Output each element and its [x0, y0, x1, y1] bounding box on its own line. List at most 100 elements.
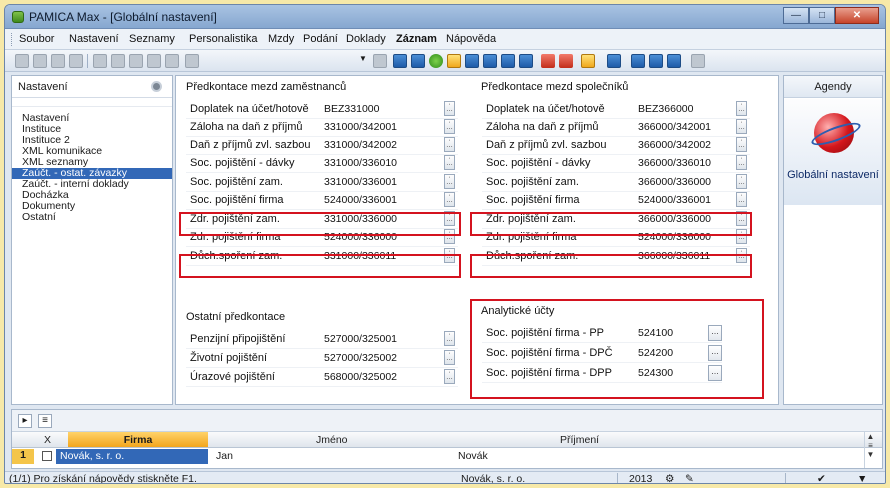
row-checkbox[interactable]	[42, 451, 52, 461]
toolbar-folder-icon[interactable]	[581, 54, 595, 68]
toolbar-paste-icon[interactable]	[111, 54, 125, 68]
other-field-1-value[interactable]: 527000/325001	[324, 333, 397, 345]
toolbar-filter-on-icon[interactable]	[541, 54, 555, 68]
employee-field-4-picker-button[interactable]: · …	[444, 155, 455, 170]
toolbar-new-icon[interactable]	[15, 54, 29, 68]
employee-field-2-value[interactable]: 331000/342001	[324, 121, 397, 133]
toolbar-filter-icon[interactable]	[373, 54, 387, 68]
cell-prijmeni[interactable]: Novák	[458, 450, 488, 462]
column-firma[interactable]: Firma	[68, 432, 208, 447]
menu-nastaveni[interactable]: Nastavení	[69, 33, 119, 45]
employee-field-3-picker-button[interactable]: · …	[444, 137, 455, 152]
partner-field-3-picker-button[interactable]: · …	[736, 137, 747, 152]
toolbar-import-icon[interactable]	[519, 54, 533, 68]
toolbar-help-icon[interactable]	[691, 54, 705, 68]
employee-field-5-value[interactable]: 331000/336001	[324, 176, 397, 188]
partner-field-8-picker-button[interactable]: · …	[736, 229, 747, 244]
menu-podani[interactable]: Podání	[303, 33, 338, 45]
analytic-field-3-value[interactable]: 524300	[638, 367, 673, 379]
employee-field-9-picker-button[interactable]: · …	[444, 248, 455, 263]
toolbar-run-icon[interactable]	[429, 54, 443, 68]
partner-field-2-value[interactable]: 366000/342001	[638, 121, 711, 133]
menu-doklady[interactable]: Doklady	[346, 33, 386, 45]
menu-zaznam[interactable]: Záznam	[396, 33, 437, 45]
toolbar-cut-icon[interactable]	[165, 54, 179, 68]
partner-field-9-picker-button[interactable]: · …	[736, 248, 747, 263]
menu-napoveda[interactable]: Nápověda	[446, 33, 496, 45]
settings-icon[interactable]: ⚙	[665, 473, 674, 483]
toolbar-filter-off-icon[interactable]	[559, 54, 573, 68]
toolbar-refresh-icon[interactable]	[185, 54, 199, 68]
employee-field-8-picker-button[interactable]: · …	[444, 229, 455, 244]
other-field-2-picker-button[interactable]: · …	[444, 350, 455, 365]
agendy-item-globalni-nastaveni[interactable]: Globální nastavení	[784, 99, 882, 205]
toolbar-save-icon[interactable]	[51, 54, 65, 68]
employee-field-1-value[interactable]: BEZ331000	[324, 103, 379, 115]
toolbar-print-icon[interactable]	[69, 54, 83, 68]
toolbar-layout-icon[interactable]	[667, 54, 681, 68]
toolbar-window-icon[interactable]	[607, 54, 621, 68]
funnel-icon[interactable]: ▼	[857, 473, 867, 483]
employee-field-7-picker-button[interactable]: · …	[444, 211, 455, 226]
grid-scrollbar[interactable]: ▲ ≡ ▼	[864, 432, 876, 468]
employee-field-4-value[interactable]: 331000/336010	[324, 157, 397, 169]
partner-field-5-picker-button[interactable]: · …	[736, 174, 747, 189]
partner-field-6-picker-button[interactable]: · …	[736, 192, 747, 207]
toolbar-open-icon[interactable]	[33, 54, 47, 68]
analytic-field-1-value[interactable]: 524100	[638, 327, 673, 339]
partner-field-9-value[interactable]: 366000/336011	[638, 250, 710, 262]
partner-field-2-picker-button[interactable]: · …	[736, 119, 747, 134]
toolbar-calendar-icon[interactable]	[649, 54, 663, 68]
partner-field-1-value[interactable]: BEZ366000	[638, 103, 693, 115]
column-jmeno[interactable]: Jméno	[316, 434, 348, 446]
toolbar-delete-icon[interactable]	[129, 54, 143, 68]
toolbar-copy-icon[interactable]	[93, 54, 107, 68]
settings-item-ostatni[interactable]: Ostatní	[12, 212, 172, 223]
menu-seznamy[interactable]: Seznamy	[129, 33, 175, 45]
analytic-field-1-picker-button[interactable]: …	[708, 325, 722, 341]
gear-icon[interactable]	[151, 81, 162, 92]
partner-field-7-picker-button[interactable]: · …	[736, 211, 747, 226]
chevron-down-icon[interactable]: ▼	[357, 54, 369, 67]
check-icon[interactable]: ✔	[817, 473, 826, 483]
employee-field-7-value[interactable]: 331000/336000	[324, 213, 397, 225]
partner-field-5-value[interactable]: 366000/336000	[638, 176, 711, 188]
employee-field-9-value[interactable]: 331000/336011	[324, 250, 396, 262]
employee-field-1-picker-button[interactable]: · …	[444, 101, 455, 116]
other-field-3-value[interactable]: 568000/325002	[324, 371, 397, 383]
pen-icon[interactable]: ✎	[685, 473, 694, 483]
partner-field-7-value[interactable]: 366000/336000	[638, 213, 711, 225]
employee-field-5-picker-button[interactable]: · …	[444, 174, 455, 189]
close-button[interactable]: ✕	[835, 7, 879, 24]
partner-field-4-value[interactable]: 366000/336010	[638, 157, 711, 169]
minimize-button[interactable]: —	[783, 7, 809, 24]
analytic-field-3-picker-button[interactable]: …	[708, 365, 722, 381]
toolbar-list-icon[interactable]	[631, 54, 645, 68]
column-prijmeni[interactable]: Příjmení	[560, 434, 599, 446]
other-field-3-picker-button[interactable]: · …	[444, 369, 455, 384]
partner-field-8-value[interactable]: 524000/336000	[638, 231, 711, 243]
partner-field-6-value[interactable]: 524000/336001	[638, 194, 711, 206]
analytic-field-2-picker-button[interactable]: …	[708, 345, 722, 361]
cell-firma[interactable]: Novák, s. r. o.	[56, 449, 208, 464]
expand-icon[interactable]: ▸	[18, 414, 32, 428]
other-field-1-picker-button[interactable]: · …	[444, 331, 455, 346]
column-x[interactable]: X	[44, 434, 51, 446]
filter-icon[interactable]: ≡	[38, 414, 52, 428]
cell-jmeno[interactable]: Jan	[216, 450, 233, 462]
employee-field-3-value[interactable]: 331000/342002	[324, 139, 397, 151]
employee-field-6-value[interactable]: 524000/336001	[324, 194, 397, 206]
toolbar-table-icon[interactable]	[393, 54, 407, 68]
analytic-field-2-value[interactable]: 524200	[638, 347, 673, 359]
employee-field-8-value[interactable]: 524000/336000	[324, 231, 397, 243]
toolbar-report-icon[interactable]	[465, 54, 479, 68]
partner-field-3-value[interactable]: 366000/342002	[638, 139, 711, 151]
table-row[interactable]: 1 Novák, s. r. o. Jan Novák	[12, 449, 882, 464]
menu-mzdy[interactable]: Mzdy	[268, 33, 294, 45]
partner-field-1-picker-button[interactable]: · …	[736, 101, 747, 116]
other-field-2-value[interactable]: 527000/325002	[324, 352, 397, 364]
toolbar-form-icon[interactable]	[411, 54, 425, 68]
toolbar-edit-icon[interactable]	[147, 54, 161, 68]
employee-field-2-picker-button[interactable]: · …	[444, 119, 455, 134]
menu-soubor[interactable]: Soubor	[19, 33, 54, 45]
